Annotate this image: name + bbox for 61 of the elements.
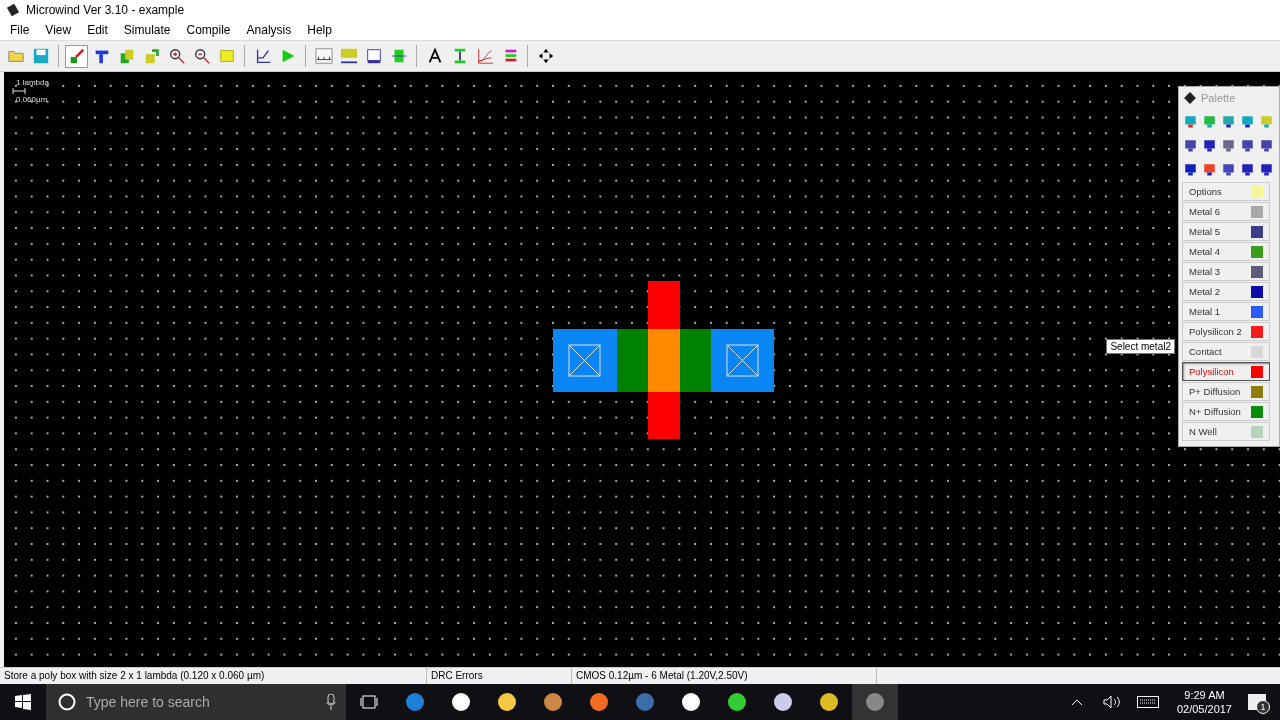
palette-tool-icon: [1240, 113, 1255, 129]
tooltip: Select metal2: [1106, 339, 1175, 354]
task-view-icon: [360, 695, 378, 709]
scale-bar-icon: [12, 88, 26, 94]
palette-tool-icon: [1202, 161, 1217, 177]
save-icon: [31, 47, 50, 65]
palette-tool-icon: [1259, 113, 1274, 129]
layer-button[interactable]: Metal 3: [1182, 262, 1270, 281]
zoom-all-icon: [217, 47, 236, 65]
layer-button[interactable]: Options: [1182, 182, 1270, 201]
clock-time: 9:29 AM: [1184, 689, 1225, 701]
layer-button[interactable]: P+ Diffusion: [1182, 382, 1270, 401]
layer-button[interactable]: Polysilicon: [1182, 362, 1270, 381]
menu-item[interactable]: Compile: [178, 23, 239, 37]
arrows-icon: [536, 47, 555, 65]
search-icon: [58, 693, 76, 711]
clock-date: 02/05/2017: [1176, 703, 1232, 715]
keyboard-icon: [1136, 696, 1159, 708]
menu-item[interactable]: File: [2, 23, 38, 37]
menu-item[interactable]: Help: [299, 23, 340, 37]
zoom-in-icon: [167, 47, 186, 65]
search-field[interactable]: Type here to search: [84, 693, 318, 711]
menu-item[interactable]: View: [37, 23, 80, 37]
scale-label: 1 lambda: [15, 78, 49, 87]
layer-button[interactable]: Contact: [1182, 342, 1270, 361]
scale-size: 0.060µm: [15, 95, 49, 104]
palette-tool-icon: [1183, 161, 1198, 177]
layer-button[interactable]: Metal 6: [1182, 202, 1270, 221]
menu-item[interactable]: Edit: [79, 23, 116, 37]
layer-button[interactable]: Metal 4: [1182, 242, 1270, 261]
window-title: Microwind Ver 3.10 - example: [26, 3, 185, 17]
palette-tool-icon: [1240, 161, 1255, 177]
windows-logo-icon: [15, 694, 31, 710]
palette-tool-icon: [1183, 113, 1198, 129]
menu-item[interactable]: Simulate: [115, 23, 179, 37]
clock[interactable]: 9:29 AM 02/05/2017: [1176, 689, 1232, 715]
microphone-icon: [326, 694, 336, 710]
palette-tool-icon: [1259, 137, 1274, 153]
layer-button[interactable]: Metal 5: [1182, 222, 1270, 241]
palette-tool-icon: [1240, 137, 1255, 153]
layer-button[interactable]: Polysilicon 2: [1182, 322, 1270, 341]
layer-button[interactable]: N Well: [1182, 422, 1270, 441]
speaker-icon: [1102, 695, 1121, 709]
layer-button[interactable]: Metal 2: [1182, 282, 1270, 301]
palette-tool-icon: [1221, 161, 1236, 177]
ruler-icon: [314, 47, 333, 65]
palette-tool-icon: [1183, 137, 1198, 153]
menu-item[interactable]: Analysis: [238, 23, 300, 37]
curves-icon: [475, 47, 494, 65]
palette-title: Palette: [1201, 92, 1236, 104]
zoom-out-icon: [192, 47, 211, 65]
layer-button[interactable]: N+ Diffusion: [1182, 402, 1270, 421]
palette-tool-icon: [1221, 113, 1236, 129]
layer-button[interactable]: Metal 1: [1182, 302, 1270, 321]
chevron-up-icon: [1070, 698, 1083, 706]
palette-tool-icon: [1221, 137, 1236, 153]
palette-tool-icon: [1202, 113, 1217, 129]
search-bar[interactable]: Type here to search: [46, 684, 346, 720]
palette-tool-icon: [1202, 137, 1217, 153]
palette-tool-icon: [1259, 161, 1274, 177]
notification-count: 1: [1256, 700, 1270, 714]
